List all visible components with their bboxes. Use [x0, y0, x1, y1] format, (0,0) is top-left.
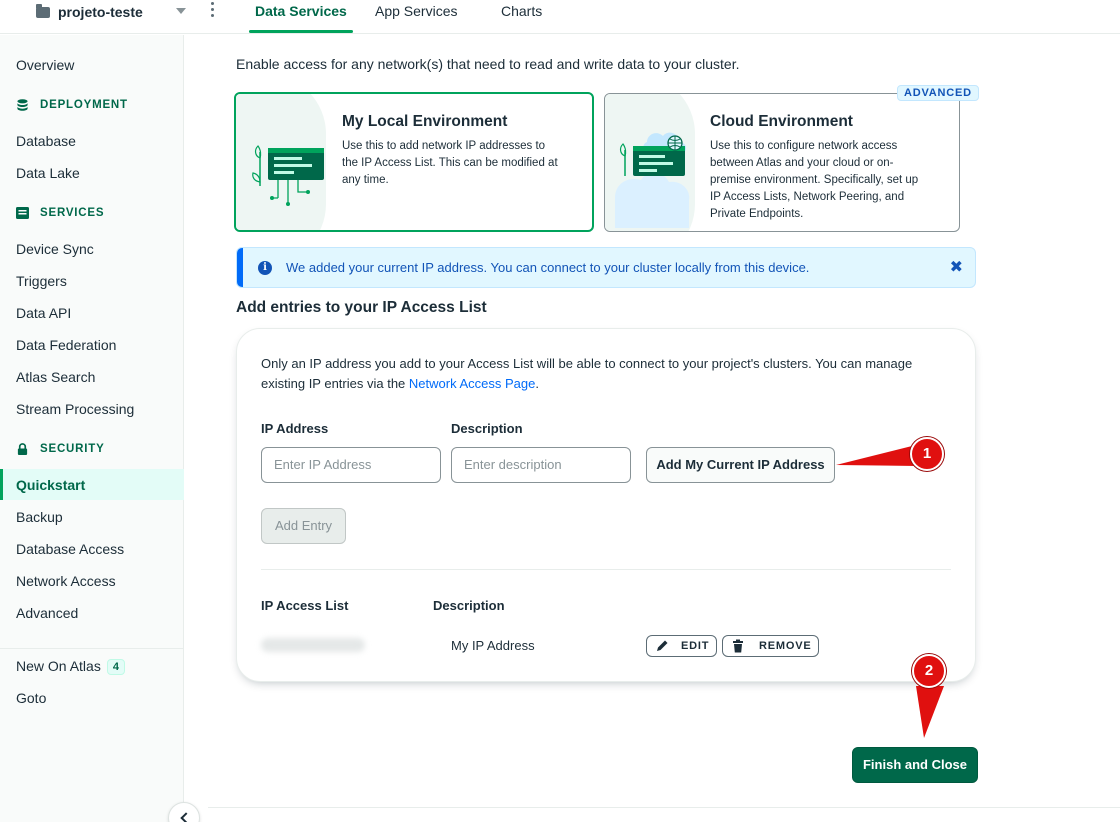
ip-address-label: IP Address: [261, 421, 329, 436]
tab-charts[interactable]: Charts: [501, 3, 542, 25]
local-card-title: My Local Environment: [342, 113, 508, 130]
annotation-marker-2: 2: [912, 654, 946, 688]
sidebar-item-stream-processing[interactable]: Stream Processing: [16, 401, 134, 417]
add-entry-button[interactable]: Add Entry: [261, 508, 346, 544]
list-description-header: Description: [433, 598, 505, 613]
section-heading-security: SECURITY: [16, 443, 105, 455]
sidebar-item-goto[interactable]: Goto: [16, 690, 46, 706]
sidebar-item-device-sync[interactable]: Device Sync: [16, 241, 94, 257]
cloud-environment-card[interactable]: Cloud Environment Use this to configure …: [604, 93, 960, 232]
info-icon: i: [258, 261, 272, 275]
sidebar-item-overview[interactable]: Overview: [16, 57, 74, 73]
sidebar-item-data-api[interactable]: Data API: [16, 305, 71, 321]
project-name: projeto-teste: [58, 4, 143, 20]
banner-message: We added your current IP address. You ca…: [286, 260, 810, 275]
sidebar-item-network-access[interactable]: Network Access: [16, 573, 116, 589]
folder-icon: [36, 3, 50, 18]
sidebar-item-advanced[interactable]: Advanced: [16, 605, 78, 621]
cloud-card-desc-line-3: premise environment. Specifically, set u…: [710, 174, 919, 186]
cloud-card-desc-line-4: IP Access Lists, Network Peering, and: [710, 191, 905, 203]
services-icon: [16, 207, 29, 219]
sidebar-item-quickstart[interactable]: Quickstart: [16, 477, 85, 493]
footer-divider: [208, 807, 1120, 808]
more-options-icon[interactable]: [210, 2, 214, 20]
annotation-marker-1: 1: [910, 437, 944, 471]
project-selector[interactable]: projeto-teste: [36, 3, 143, 21]
sidebar-item-database-access[interactable]: Database Access: [16, 541, 124, 557]
database-icon: [17, 99, 28, 111]
caret-down-icon[interactable]: [176, 8, 186, 14]
finish-and-close-button[interactable]: Finish and Close: [852, 747, 978, 783]
sidebar-item-atlas-search[interactable]: Atlas Search: [16, 369, 95, 385]
network-access-page-link[interactable]: Network Access Page: [409, 376, 535, 391]
intro-text: Enable access for any network(s) that ne…: [236, 56, 740, 72]
trash-icon: [733, 639, 743, 653]
close-icon[interactable]: ✖: [950, 257, 963, 277]
sidebar-item-backup[interactable]: Backup: [16, 509, 63, 525]
cloud-card-title: Cloud Environment: [710, 113, 853, 130]
section-heading-deployment: DEPLOYMENT: [16, 99, 128, 111]
tab-app-services[interactable]: App Services: [375, 3, 457, 25]
cloud-card-desc-line-1: Use this to configure network access: [710, 140, 898, 152]
annotation-arrow-2: [916, 686, 944, 738]
pencil-icon: [657, 640, 668, 651]
sidebar-item-data-federation[interactable]: Data Federation: [16, 337, 116, 353]
info-banner: i We added your current IP address. You …: [236, 247, 976, 288]
sidebar-item-database[interactable]: Database: [16, 133, 76, 149]
section-title: Add entries to your IP Access List: [236, 299, 487, 316]
panel-divider: [261, 569, 951, 570]
ip-address-input[interactable]: Enter IP Address: [261, 447, 441, 483]
add-my-current-ip-button[interactable]: Add My Current IP Address: [646, 447, 835, 483]
sidebar-item-new-on-atlas[interactable]: New On Atlas 4: [16, 658, 125, 675]
table-row-description: My IP Address: [451, 638, 535, 653]
description-input[interactable]: Enter description: [451, 447, 631, 483]
sidebar-item-triggers[interactable]: Triggers: [16, 273, 67, 289]
collapse-sidebar-button[interactable]: [168, 802, 200, 822]
panel-description: Only an IP address you add to your Acces…: [261, 356, 913, 391]
description-label: Description: [451, 421, 523, 436]
local-card-desc-line-1: Use this to add network IP addresses to: [342, 140, 546, 152]
ip-access-list-header: IP Access List: [261, 598, 349, 613]
local-environment-illustration: [252, 145, 324, 206]
remove-button[interactable]: REMOVE: [722, 635, 819, 657]
local-environment-card[interactable]: My Local Environment Use this to add net…: [234, 92, 594, 232]
local-card-desc-line-3: any time.: [342, 174, 389, 186]
local-card-desc-line-2: the IP Access List. This can be modified…: [342, 157, 558, 169]
advanced-badge: ADVANCED: [897, 85, 979, 101]
sidebar-item-data-lake[interactable]: Data Lake: [16, 165, 80, 181]
tab-data-services[interactable]: Data Services: [249, 3, 353, 33]
blurred-ip-address: [261, 638, 365, 652]
edit-button[interactable]: EDIT: [646, 635, 717, 657]
count-badge: 4: [106, 659, 125, 675]
cloud-card-desc-line-2: between Atlas and your cloud or on-: [710, 157, 894, 169]
sidebar-divider: [0, 648, 184, 649]
lock-icon: [17, 443, 28, 455]
cloud-environment-illustration: [615, 132, 690, 228]
section-heading-services: SERVICES: [16, 207, 104, 219]
cloud-card-desc-line-5: Private Endpoints.: [710, 208, 804, 220]
top-bar: projeto-teste Data Services App Services…: [0, 0, 1120, 34]
